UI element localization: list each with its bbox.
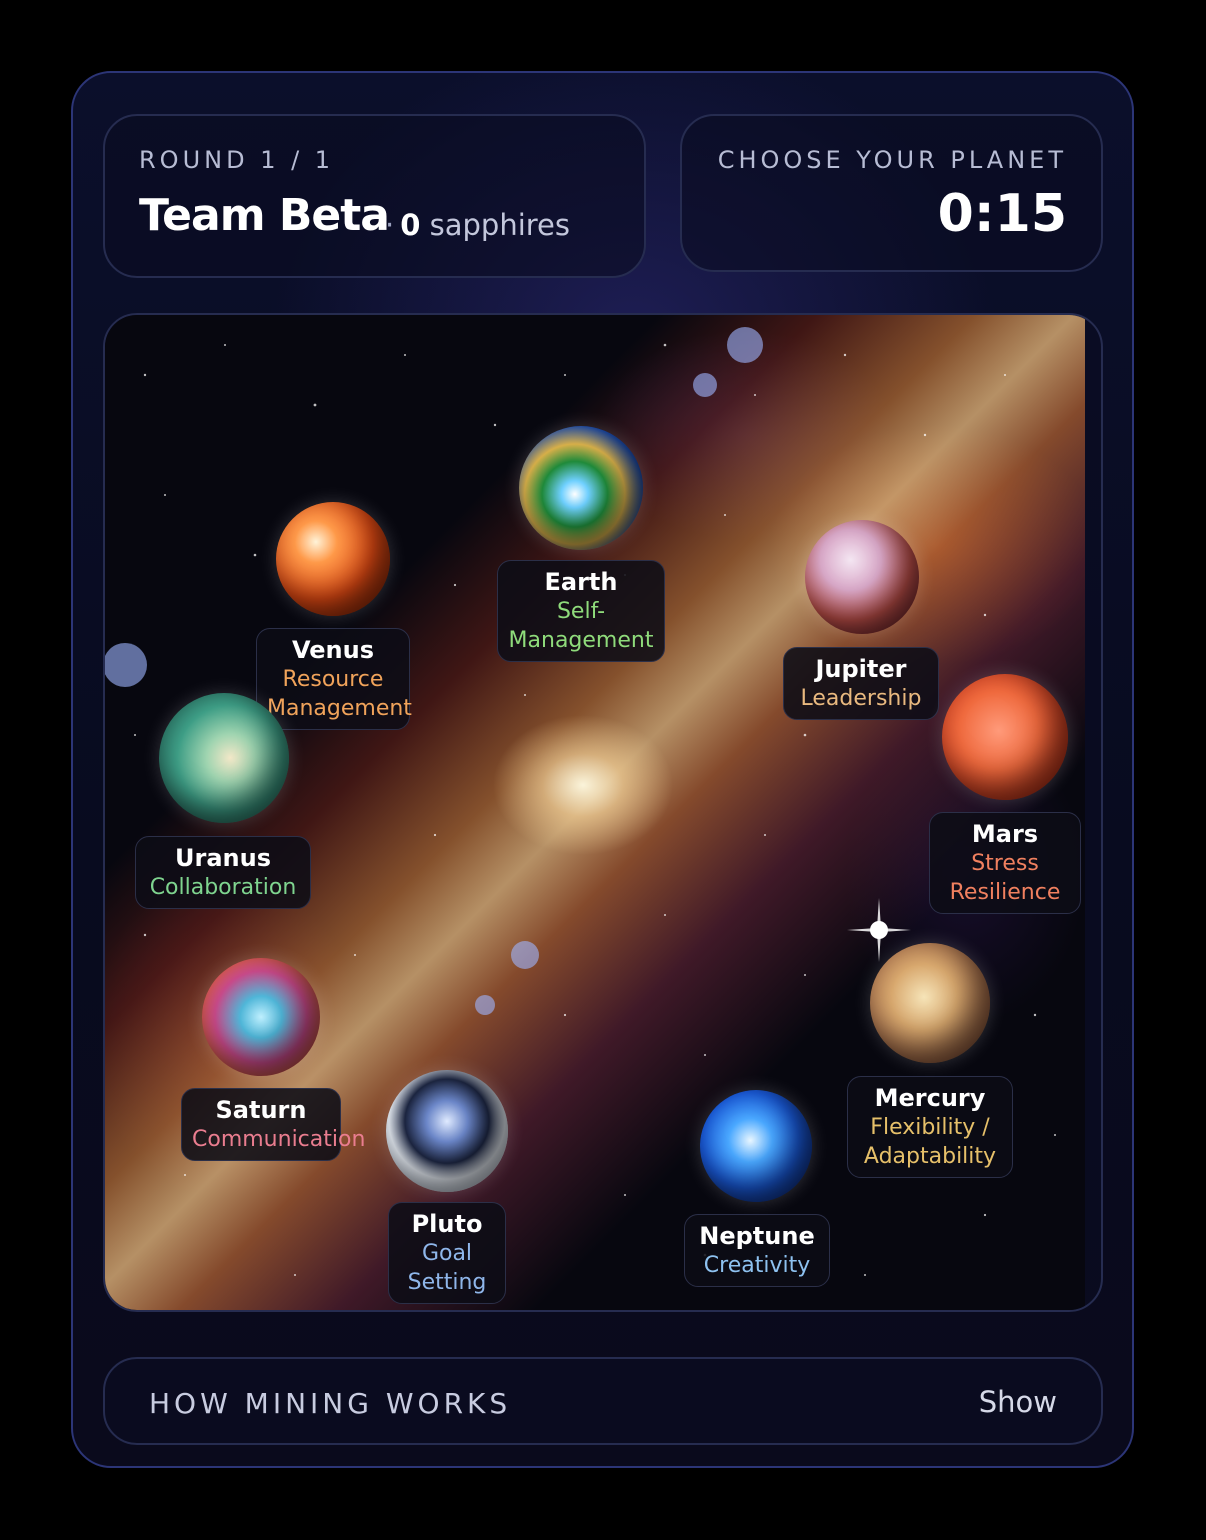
saturn-planet[interactable] xyxy=(202,958,320,1076)
earth-planet[interactable] xyxy=(519,426,643,550)
team-name: Team Beta xyxy=(139,190,390,241)
planet-skill: Goal Setting xyxy=(407,1241,487,1295)
round-panel: ROUND 1 / 1 Team Beta · 0 sapphires xyxy=(103,114,646,278)
planet-skill: Communication xyxy=(192,1127,366,1152)
planet-name: Mars xyxy=(971,820,1039,848)
planet-skill: Creativity xyxy=(703,1253,811,1278)
round-label: ROUND 1 / 1 xyxy=(139,146,335,174)
mercury-planet[interactable] xyxy=(870,943,990,1063)
planet-name: Earth xyxy=(544,568,618,596)
sapphires-value: 0 xyxy=(400,208,421,242)
venus-planet[interactable] xyxy=(276,502,390,616)
jupiter-planet[interactable] xyxy=(805,520,919,634)
timer-panel: CHOOSE YOUR PLANET 0:15 xyxy=(680,114,1103,272)
separator-dot: · xyxy=(385,208,395,242)
planet-name: Saturn xyxy=(215,1096,307,1124)
mars-planet[interactable] xyxy=(942,674,1068,800)
planet-label-uranus[interactable]: Uranus Collaboration xyxy=(135,836,311,909)
planet-label-pluto[interactable]: Pluto Goal Setting xyxy=(388,1202,506,1304)
planet-name: Neptune xyxy=(699,1222,815,1250)
planet-label-mars[interactable]: Mars Stress Resilience xyxy=(929,812,1081,914)
sapphires-count: · 0 sapphires xyxy=(385,208,570,242)
planet-label-earth[interactable]: Earth Self- Management xyxy=(497,560,665,662)
planet-skill: Stress Resilience xyxy=(949,851,1061,905)
planet-name: Pluto xyxy=(411,1210,483,1238)
sapphires-unit: sapphires xyxy=(429,208,570,242)
planet-label-mercury[interactable]: Mercury Flexibility / Adaptability xyxy=(847,1076,1013,1178)
planet-skill: Self- Management xyxy=(508,599,654,653)
planet-label-venus[interactable]: Venus Resource Management xyxy=(256,628,412,730)
planet-label-saturn[interactable]: Saturn Communication xyxy=(181,1088,366,1161)
countdown-timer: 0:15 xyxy=(937,184,1067,244)
planet-label-neptune[interactable]: Neptune Creativity xyxy=(684,1214,830,1287)
planet-skill: Resource Management xyxy=(267,667,412,721)
planet-skill: Collaboration xyxy=(149,875,297,900)
planet-name: Venus xyxy=(292,636,374,664)
planet-name: Jupiter xyxy=(815,655,907,683)
planet-name: Uranus xyxy=(175,844,271,872)
how-mining-works-panel[interactable]: HOW MINING WORKS Show xyxy=(103,1357,1103,1445)
planet-name: Mercury xyxy=(874,1084,986,1112)
show-toggle-button[interactable]: Show xyxy=(979,1385,1057,1419)
how-mining-works-label: HOW MINING WORKS xyxy=(149,1387,512,1420)
uranus-planet[interactable] xyxy=(159,693,289,823)
planet-skill: Leadership xyxy=(800,686,922,711)
neptune-planet[interactable] xyxy=(700,1090,812,1202)
choose-planet-label: CHOOSE YOUR PLANET xyxy=(717,146,1067,174)
planet-skill: Flexibility / Adaptability xyxy=(863,1115,997,1169)
pluto-planet[interactable] xyxy=(386,1070,508,1192)
planet-label-jupiter[interactable]: Jupiter Leadership xyxy=(783,647,939,720)
